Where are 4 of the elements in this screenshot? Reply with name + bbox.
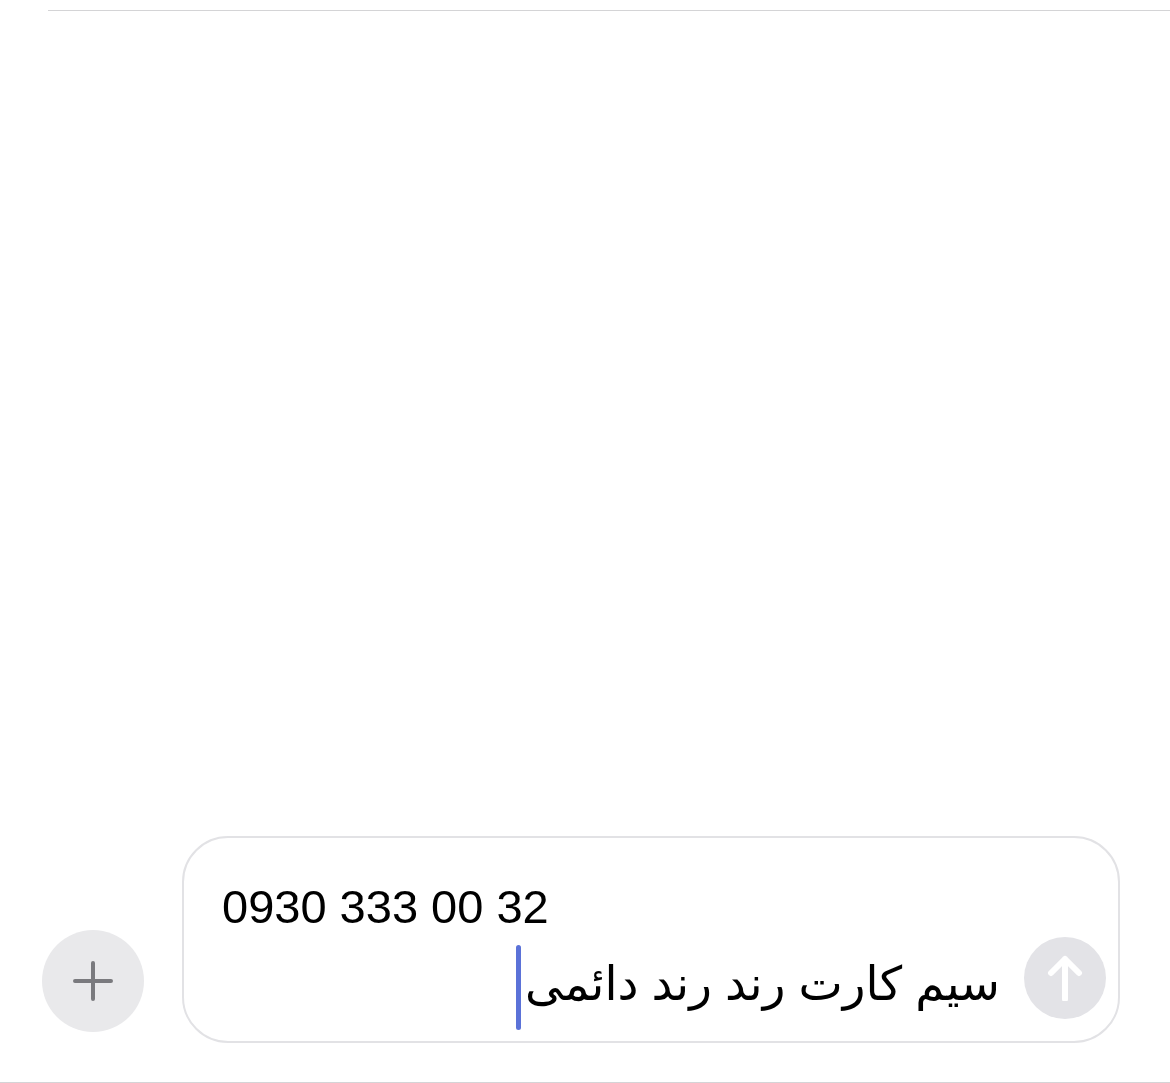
message-text: سیم کارت رند رند دائمی — [524, 957, 1000, 1010]
message-text: 0930 333 00 32 — [222, 880, 549, 933]
plus-icon — [73, 961, 113, 1001]
arrow-up-icon — [1047, 955, 1083, 1001]
